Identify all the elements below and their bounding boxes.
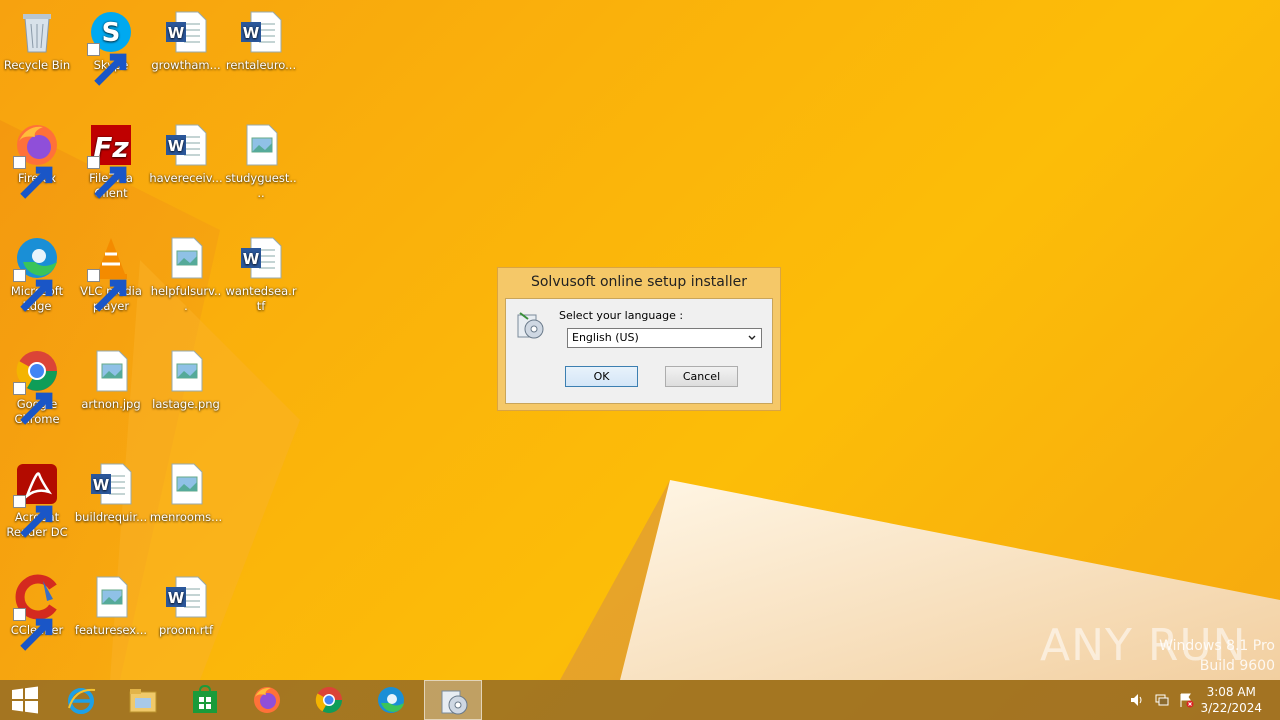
svg-text:W: W bbox=[243, 250, 260, 268]
icon-label: artnon.jpg bbox=[81, 397, 141, 411]
ok-button[interactable]: OK bbox=[565, 366, 638, 387]
desktop-icon-edge[interactable]: Microsoft Edge bbox=[0, 230, 74, 314]
word-doc-icon: W bbox=[241, 237, 282, 279]
word-doc-icon: W bbox=[166, 11, 207, 53]
icon-label: featuresex... bbox=[74, 623, 148, 637]
taskbar-store[interactable] bbox=[176, 680, 234, 720]
shortcut-arrow-icon bbox=[87, 156, 127, 199]
windows-version-watermark: Windows 8.1 Pro Build 9600 bbox=[1159, 636, 1275, 676]
shortcut-arrow-icon bbox=[13, 382, 53, 425]
dialog-title: Solvusoft online setup installer bbox=[530, 274, 747, 290]
start-button[interactable] bbox=[0, 680, 50, 720]
network-icon[interactable] bbox=[1154, 692, 1170, 708]
taskbar-internet-explorer[interactable] bbox=[52, 680, 110, 720]
desktop-icon-studyguest[interactable]: studyguest.... bbox=[224, 117, 298, 201]
desktop-icon-ccleaner[interactable]: CCleaner bbox=[0, 569, 74, 651]
shortcut-arrow-icon bbox=[87, 269, 127, 312]
icon-label: lastage.png bbox=[152, 397, 220, 411]
language-select-value: English (US) bbox=[572, 331, 639, 344]
desktop-icon-vlc[interactable]: VLC media player bbox=[74, 230, 148, 314]
chrome-icon bbox=[315, 687, 343, 714]
internet-explorer-icon bbox=[68, 688, 96, 714]
svg-text:W: W bbox=[93, 476, 110, 494]
icon-label: menrooms... bbox=[149, 510, 223, 524]
cancel-button[interactable]: Cancel bbox=[665, 366, 738, 387]
action-center-flag-icon[interactable] bbox=[1178, 692, 1194, 708]
icon-label: wantedsea.rtf bbox=[225, 284, 297, 313]
chevron-down-icon bbox=[748, 335, 756, 340]
desktop-icon-recycle-bin[interactable]: Recycle Bin bbox=[0, 4, 74, 73]
word-doc-icon: W bbox=[166, 576, 207, 618]
taskbar-edge[interactable] bbox=[362, 680, 420, 720]
image-file-icon bbox=[96, 576, 128, 618]
shortcut-arrow-icon bbox=[13, 495, 53, 538]
windows-logo-icon bbox=[12, 686, 38, 714]
windows-edition: Windows 8.1 Pro bbox=[1159, 638, 1275, 654]
icon-label: rentaleuro... bbox=[225, 58, 297, 72]
desktop-icon-filezilla[interactable]: Fz FileZilla Client bbox=[74, 117, 148, 201]
icon-label: helpfulsurv... bbox=[150, 284, 222, 313]
icon-label: Recycle Bin bbox=[3, 58, 71, 72]
icon-label: growtham... bbox=[151, 58, 221, 72]
image-file-icon bbox=[96, 350, 128, 392]
desktop-icon-helpfulsurv[interactable]: helpfulsurv... bbox=[149, 230, 223, 314]
desktop-icon-chrome[interactable]: Google Chrome bbox=[0, 343, 74, 427]
desktop-icon-acrobat[interactable]: Acrobat Reader DC bbox=[0, 456, 74, 540]
language-prompt: Select your language : bbox=[559, 309, 684, 322]
word-doc-icon: W bbox=[166, 124, 207, 166]
dialog-client-area: Select your language : English (US) OK C… bbox=[505, 298, 773, 404]
image-file-icon bbox=[171, 237, 203, 279]
desktop-icon-menrooms[interactable]: menrooms... bbox=[149, 456, 223, 525]
desktop-icon-lastage[interactable]: lastage.png bbox=[149, 343, 223, 412]
svg-text:W: W bbox=[168, 24, 185, 42]
desktop-icon-firefox[interactable]: Firefox bbox=[0, 117, 74, 199]
clock-date: 3/22/2024 bbox=[1200, 701, 1262, 715]
word-doc-icon: W bbox=[91, 463, 132, 505]
svg-text:W: W bbox=[168, 137, 185, 155]
desktop-icon-proom[interactable]: W proom.rtf bbox=[149, 569, 223, 638]
svg-text:W: W bbox=[168, 589, 185, 607]
svg-text:W: W bbox=[243, 24, 260, 42]
recycle-bin-icon bbox=[23, 14, 51, 53]
system-clock[interactable]: 3:08 AM 3/22/2024 bbox=[1200, 684, 1262, 716]
icon-label: buildrequir... bbox=[74, 510, 148, 524]
edge-icon bbox=[378, 687, 404, 713]
taskbar-file-explorer[interactable] bbox=[114, 680, 172, 720]
image-file-icon bbox=[171, 350, 203, 392]
taskbar-setup-installer[interactable] bbox=[424, 680, 482, 720]
taskbar-firefox[interactable] bbox=[238, 680, 296, 720]
desktop-icon-wantedsea[interactable]: W wantedsea.rtf bbox=[224, 230, 298, 314]
shortcut-arrow-icon bbox=[13, 269, 53, 312]
desktop-icon-buildrequir[interactable]: W buildrequir... bbox=[74, 456, 148, 525]
desktop: Recycle Bin Firefox Microsoft Edge Googl… bbox=[0, 0, 1280, 680]
icon-label: studyguest.... bbox=[225, 171, 297, 200]
store-icon bbox=[193, 684, 217, 713]
desktop-icon-skype[interactable]: S Skype bbox=[74, 4, 148, 86]
desktop-icon-growtham[interactable]: W growtham... bbox=[149, 4, 223, 73]
installer-icon bbox=[517, 312, 544, 339]
language-select[interactable]: English (US) bbox=[567, 328, 762, 348]
taskbar: 3:08 AM 3/22/2024 bbox=[0, 680, 1280, 720]
installer-icon bbox=[441, 690, 468, 715]
clock-time: 3:08 AM bbox=[1206, 685, 1256, 699]
shortcut-arrow-icon bbox=[13, 156, 53, 199]
firefox-icon bbox=[254, 687, 280, 713]
image-file-icon bbox=[246, 124, 278, 166]
setup-installer-dialog: Solvusoft online setup installer Select … bbox=[497, 267, 781, 411]
icon-label: proom.rtf bbox=[159, 623, 213, 637]
desktop-icon-havereceiv[interactable]: W havereceiv... bbox=[149, 117, 223, 186]
desktop-icon-featuresex[interactable]: featuresex... bbox=[74, 569, 148, 638]
windows-build: Build 9600 bbox=[1199, 658, 1275, 674]
volume-icon[interactable] bbox=[1129, 692, 1145, 708]
taskbar-chrome[interactable] bbox=[300, 680, 358, 720]
word-doc-icon: W bbox=[241, 11, 282, 53]
icon-label: havereceiv... bbox=[149, 171, 223, 185]
desktop-icon-rentaleuro[interactable]: W rentaleuro... bbox=[224, 4, 298, 73]
folder-icon bbox=[129, 689, 157, 713]
image-file-icon bbox=[171, 463, 203, 505]
shortcut-arrow-icon bbox=[87, 43, 127, 86]
desktop-icon-artnon[interactable]: artnon.jpg bbox=[74, 343, 148, 412]
shortcut-arrow-icon bbox=[13, 608, 53, 651]
